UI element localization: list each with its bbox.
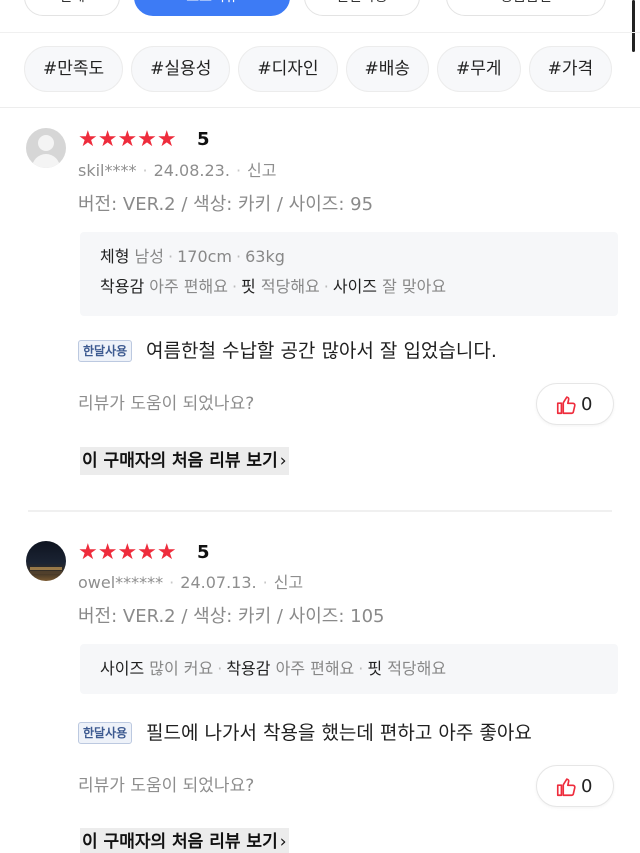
helpful-question: 리뷰가 도움이 되었나요? — [78, 394, 255, 414]
rating-stars: ★★★★★ — [78, 540, 177, 565]
month-use-badge: 한달사용 — [78, 340, 133, 362]
separator-dot: · — [168, 247, 174, 266]
first-review-label: 이 구매자의 처음 리뷰 보기 — [82, 832, 278, 852]
hashtag-chip-row: #만족도 #실용성 #디자인 #배송 #무게 #가격 — [24, 46, 640, 94]
chevron-right-icon: › — [279, 832, 287, 852]
avatar — [26, 128, 66, 168]
like-button[interactable]: 0 — [536, 383, 614, 425]
chevron-right-icon: › — [279, 451, 287, 471]
fit-key: 사이즈 — [100, 659, 145, 678]
filter-all-label: 전체 — [25, 0, 119, 15]
fit-value: 적당해요 — [387, 659, 447, 678]
filter-all-button[interactable]: 전체 — [24, 0, 120, 16]
review-divider — [28, 510, 612, 512]
first-review-link[interactable]: 이 구매자의 처음 리뷰 보기 › — [80, 828, 289, 853]
filter-photo-label: 포토리뷰 — [135, 0, 289, 15]
fit-value: 아주 편해요 — [149, 277, 228, 296]
separator-dot: · — [169, 573, 175, 592]
reviewer-id: skil**** — [78, 161, 137, 180]
first-review-link[interactable]: 이 구매자의 처음 리뷰 보기 › — [80, 447, 289, 475]
chip-weight[interactable]: #무게 — [437, 46, 521, 92]
body-info-gender: 남성 — [134, 247, 164, 266]
review-info-box: 사이즈 많이 커요 · 착용감 아주 편해요 · 핏 적당해요 — [80, 644, 618, 694]
chip-delivery[interactable]: #배송 — [345, 46, 430, 92]
filter-option-button[interactable]: 상품옵션 — [446, 0, 606, 16]
filter-button-row: 전체 포토리뷰 한달사용 상품옵션 — [0, 0, 640, 18]
filter-month-label: 한달사용 — [305, 0, 419, 15]
review-date: 24.08.23. — [153, 161, 230, 180]
fit-value: 잘 맞아요 — [382, 277, 447, 296]
like-count: 0 — [581, 776, 593, 797]
fit-value: 적당해요 — [260, 277, 320, 296]
chip-satisfaction[interactable]: #만족도 — [24, 46, 124, 92]
separator-dot: · — [235, 161, 242, 180]
fit-key: 핏 — [367, 659, 383, 678]
rating-score: 5 — [197, 129, 210, 150]
separator-dot: · — [142, 161, 148, 180]
first-review-label: 이 구매자의 처음 리뷰 보기 — [82, 451, 278, 471]
body-info: 체형 남성 · 170cm · 63kg — [100, 247, 285, 267]
helpful-question: 리뷰가 도움이 되었나요? — [78, 776, 255, 796]
review-meta: owel****** · 24.07.13. · 신고 — [78, 573, 303, 593]
separator-dot: · — [217, 659, 223, 678]
review-content: 여름한철 수납할 공간 많아서 잘 입었습니다. — [146, 340, 497, 362]
fit-value: 많이 커요 — [149, 659, 214, 678]
review-info-box: 체형 남성 · 170cm · 63kg 착용감 아주 편해요 · 핏 적당해요 · 사이즈 잘… — [80, 232, 618, 316]
separator-dot: · — [358, 659, 364, 678]
avatar — [26, 541, 66, 581]
separator-dot: · — [323, 277, 329, 296]
filter-option-label: 상품옵션 — [447, 0, 605, 15]
fit-info: 사이즈 많이 커요 · 착용감 아주 편해요 · 핏 적당해요 — [100, 659, 446, 679]
fit-key: 착용감 — [226, 659, 271, 678]
body-info-weight: 63kg — [245, 247, 285, 266]
filter-month-button[interactable]: 한달사용 — [304, 0, 420, 16]
review-meta: skil**** · 24.08.23. · 신고 — [78, 161, 276, 181]
like-count: 0 — [581, 394, 593, 415]
fit-key: 핏 — [241, 277, 256, 296]
fit-key: 사이즈 — [332, 277, 378, 296]
chip-price[interactable]: #가격 — [528, 46, 613, 92]
chip-practicality[interactable]: #실용성 — [131, 46, 231, 92]
scrollbar[interactable] — [632, 0, 635, 52]
month-use-badge: 한달사용 — [78, 722, 133, 744]
purchase-option: 버전: VER.2 / 색상: 카키 / 사이즈: 95 — [78, 194, 374, 215]
rating-score: 5 — [197, 542, 210, 563]
purchase-option: 버전: VER.2 / 색상: 카키 / 사이즈: 105 — [78, 606, 385, 627]
body-info-height: 170cm — [177, 247, 233, 266]
fit-value: 아주 편해요 — [275, 659, 355, 678]
divider — [0, 107, 640, 108]
divider — [0, 32, 640, 33]
thumbs-up-icon — [556, 396, 576, 415]
reviewer-id: owel****** — [78, 573, 164, 592]
review-content: 필드에 나가서 착용을 했는데 편하고 아주 좋아요 — [146, 722, 532, 744]
rating-stars: ★★★★★ — [78, 127, 177, 152]
fit-info: 착용감 아주 편해요 · 핏 적당해요 · 사이즈 잘 맞아요 — [100, 277, 446, 297]
chip-design[interactable]: #디자인 — [238, 46, 338, 92]
separator-dot: · — [236, 247, 242, 266]
body-info-key: 체형 — [100, 247, 130, 266]
fit-key: 착용감 — [100, 277, 145, 296]
like-button[interactable]: 0 — [536, 765, 614, 807]
separator-dot: · — [262, 573, 268, 592]
filter-photo-button[interactable]: 포토리뷰 — [134, 0, 290, 16]
review-date: 24.07.13. — [180, 573, 257, 592]
thumbs-up-icon — [556, 778, 576, 797]
report-link[interactable]: 신고 — [274, 573, 303, 592]
separator-dot: · — [231, 277, 238, 296]
report-link[interactable]: 신고 — [247, 161, 276, 180]
